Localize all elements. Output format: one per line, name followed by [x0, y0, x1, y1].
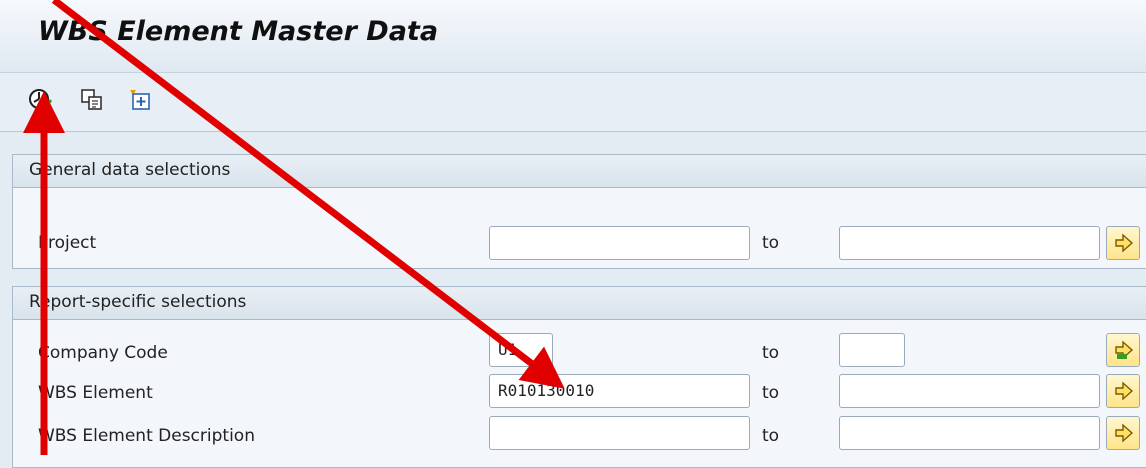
- arrow-right-icon: [1115, 423, 1134, 443]
- wbs-element-from-field[interactable]: R010130010: [489, 374, 750, 408]
- wbs-element-description-to-label: to: [762, 426, 780, 446]
- arrow-right-icon: [1115, 233, 1134, 253]
- wbs-element-multiple-selection-button[interactable]: [1106, 374, 1140, 408]
- wbs-element-label: WBS Element: [38, 383, 153, 403]
- section-title: Report-specific selections: [29, 292, 247, 312]
- section-header: Report-specific selections: [13, 287, 1146, 320]
- copy-variant-icon[interactable]: [80, 88, 104, 112]
- project-from-field[interactable]: [489, 226, 750, 260]
- wbs-element-description-to-field[interactable]: [839, 416, 1100, 450]
- application-toolbar: [0, 73, 1146, 132]
- company-code-from-field[interactable]: U1: [489, 333, 553, 367]
- execute-clock-icon[interactable]: [28, 88, 53, 112]
- project-multiple-selection-button[interactable]: [1106, 226, 1140, 260]
- wbs-element-description-from-field[interactable]: [489, 416, 750, 450]
- project-to-label: to: [762, 233, 780, 253]
- wbs-element-to-field[interactable]: [839, 374, 1100, 408]
- wbs-element-description-label: WBS Element Description: [38, 426, 255, 446]
- company-code-to-label: to: [762, 343, 780, 363]
- multiple-selection-icon[interactable]: [128, 88, 152, 112]
- page-title: WBS Element Master Data: [38, 16, 439, 47]
- arrow-right-green-icon: [1115, 340, 1134, 360]
- wbs-element-to-label: to: [762, 383, 780, 403]
- section-title: General data selections: [29, 160, 231, 180]
- company-code-label: Company Code: [38, 343, 168, 363]
- project-label: Project: [38, 233, 97, 253]
- project-to-field[interactable]: [839, 226, 1100, 260]
- section-header: General data selections: [13, 155, 1146, 188]
- title-bar: WBS Element Master Data: [0, 0, 1146, 73]
- wbs-element-description-multiple-selection-button[interactable]: [1106, 416, 1140, 450]
- company-code-multiple-selection-button[interactable]: [1106, 333, 1140, 367]
- arrow-right-icon: [1115, 381, 1134, 401]
- company-code-to-field[interactable]: [839, 333, 905, 367]
